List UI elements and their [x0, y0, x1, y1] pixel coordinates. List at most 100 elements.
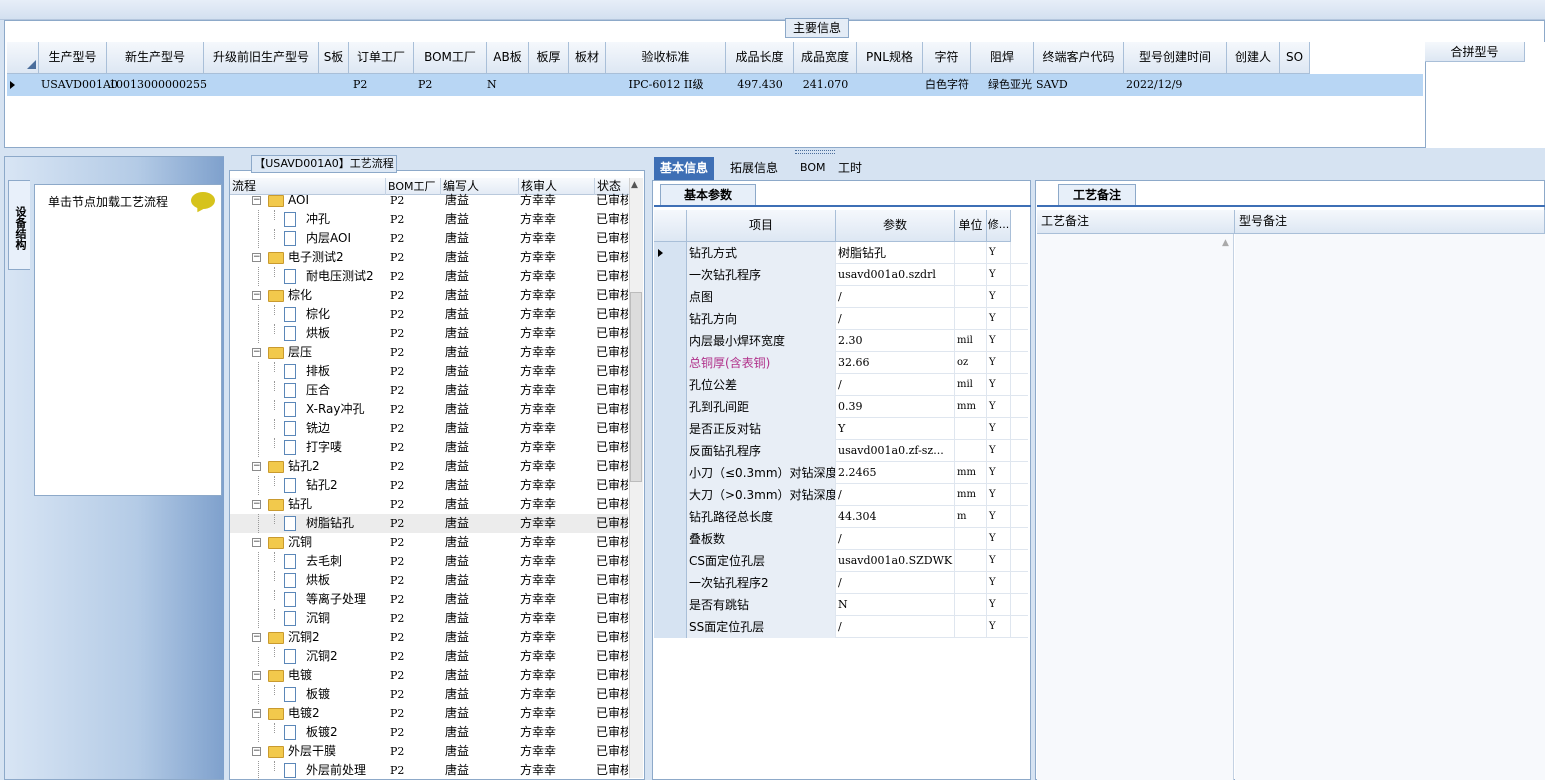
tab-basic-info[interactable]: 基本信息	[654, 157, 715, 180]
param-value[interactable]: 2.2465	[836, 462, 955, 484]
tree-row[interactable]: 排板 P2 唐益 方幸幸 已审核	[230, 362, 628, 381]
param-row-gutter[interactable]	[654, 462, 687, 484]
main-col-13[interactable]: 字符	[923, 42, 971, 74]
model-remarks-area[interactable]	[1235, 234, 1545, 780]
param-value[interactable]: /	[836, 572, 955, 594]
tree-row[interactable]: 去毛刺 P2 唐益 方幸幸 已审核	[230, 552, 628, 571]
main-col-7[interactable]: 板厚	[529, 42, 569, 74]
expand-toggle-icon[interactable]: −	[252, 633, 261, 642]
expand-toggle-icon[interactable]: −	[252, 291, 261, 300]
tree-row[interactable]: 板镀2 P2 唐益 方幸幸 已审核	[230, 723, 628, 742]
main-cell-11[interactable]: 241.070	[796, 74, 855, 96]
tree-row[interactable]: 打字唛 P2 唐益 方幸幸 已审核	[230, 438, 628, 457]
param-value[interactable]: N	[836, 594, 955, 616]
main-col-4[interactable]: 订单工厂	[349, 42, 414, 74]
remarks-scroll-up-icon[interactable]: ▲	[1222, 238, 1229, 248]
param-row-gutter[interactable]	[654, 484, 687, 506]
subtab-basic-params[interactable]: 基本参数	[660, 184, 756, 206]
main-col-9[interactable]: 验收标准	[606, 42, 726, 74]
tree-row[interactable]: − 沉铜2 P2 唐益 方幸幸 已审核	[230, 628, 628, 647]
main-col-15[interactable]: 终端客户代码	[1034, 42, 1124, 74]
param-row[interactable]: 钻孔方式 树脂钻孔 Y	[654, 242, 1028, 264]
expand-toggle-icon[interactable]: −	[252, 538, 261, 547]
params-col-unit[interactable]: 单位	[955, 210, 987, 242]
tree-row[interactable]: − 外层干膜 P2 唐益 方幸幸 已审核	[230, 742, 628, 761]
merge-model-header[interactable]: 合拼型号	[1425, 42, 1525, 62]
param-row-gutter[interactable]	[654, 572, 687, 594]
tree-row[interactable]: − AOI P2 唐益 方幸幸 已审核	[230, 191, 628, 210]
param-row-gutter[interactable]	[654, 528, 687, 550]
main-cell-6[interactable]: N	[487, 74, 507, 96]
param-row[interactable]: 小刀（≤0.3mm）对钻深度 2.2465 mm Y	[654, 462, 1028, 484]
main-cell-14[interactable]: 绿色亚光	[973, 74, 1032, 96]
expand-toggle-icon[interactable]: −	[252, 348, 261, 357]
main-cell-4[interactable]: P2	[353, 74, 393, 96]
main-col-1[interactable]: 新生产型号	[107, 42, 204, 74]
tree-row[interactable]: − 沉铜 P2 唐益 方幸幸 已审核	[230, 533, 628, 552]
param-row-gutter[interactable]	[654, 506, 687, 528]
tree-row[interactable]: 内层AOI P2 唐益 方幸幸 已审核	[230, 229, 628, 248]
param-value[interactable]: usavd001a0.zf-sz...	[836, 440, 955, 462]
param-value[interactable]: 0.39	[836, 396, 955, 418]
param-value[interactable]: /	[836, 528, 955, 550]
main-cell-1[interactable]: 10013000000255	[109, 74, 207, 96]
main-col-5[interactable]: BOM工厂	[414, 42, 487, 74]
param-row-gutter[interactable]	[654, 594, 687, 616]
tree-row[interactable]: 外层前处理 P2 唐益 方幸幸 已审核	[230, 761, 628, 780]
param-row-gutter[interactable]	[654, 550, 687, 572]
param-value[interactable]: 32.66	[836, 352, 955, 374]
tree-row[interactable]: 冲孔 P2 唐益 方幸幸 已审核	[230, 210, 628, 229]
main-cell-9[interactable]: IPC-6012 II级	[608, 74, 724, 96]
param-row[interactable]: 是否正反对钻 Y Y	[654, 418, 1028, 440]
main-cell-13[interactable]: 白色字符	[925, 74, 969, 96]
expand-toggle-icon[interactable]: −	[252, 462, 261, 471]
left-vertical-splitter[interactable]	[224, 156, 228, 780]
scroll-up-arrow-icon[interactable]: ▲	[631, 180, 638, 190]
main-col-10[interactable]: 成品长度	[726, 42, 794, 74]
params-col-modify[interactable]: 修...	[987, 210, 1011, 242]
param-row[interactable]: 孔到孔间距 0.39 mm Y	[654, 396, 1028, 418]
param-value[interactable]: Y	[836, 418, 955, 440]
param-row-gutter[interactable]	[654, 286, 687, 308]
params-col-item[interactable]: 项目	[687, 210, 836, 242]
expand-toggle-icon[interactable]: −	[252, 671, 261, 680]
main-col-6[interactable]: AB板	[487, 42, 529, 74]
main-cell-15[interactable]: SAVD	[1036, 74, 1122, 96]
main-cell-16[interactable]: 2022/12/9	[1126, 74, 1225, 96]
middle-vertical-splitter[interactable]	[646, 156, 650, 780]
tree-row[interactable]: 沉铜2 P2 唐益 方幸幸 已审核	[230, 647, 628, 666]
param-row[interactable]: 点图 / Y	[654, 286, 1028, 308]
main-cell-5[interactable]: P2	[418, 74, 458, 96]
tree-row[interactable]: 沉铜 P2 唐益 方幸幸 已审核	[230, 609, 628, 628]
main-col-3[interactable]: S板	[319, 42, 349, 74]
param-row[interactable]: 是否有跳钻 N Y	[654, 594, 1028, 616]
tree-row[interactable]: 烘板 P2 唐益 方幸幸 已审核	[230, 571, 628, 590]
param-row[interactable]: 钻孔方向 / Y	[654, 308, 1028, 330]
tree-row[interactable]: 铣边 P2 唐益 方幸幸 已审核	[230, 419, 628, 438]
expand-toggle-icon[interactable]: −	[252, 500, 261, 509]
process-remarks-area[interactable]	[1037, 234, 1234, 780]
tree-row[interactable]: − 电镀 P2 唐益 方幸幸 已审核	[230, 666, 628, 685]
param-row[interactable]: 孔位公差 / mil Y	[654, 374, 1028, 396]
tab-extended-info[interactable]: 拓展信息	[724, 157, 784, 180]
tree-row[interactable]: − 电子测试2 P2 唐益 方幸幸 已审核	[230, 248, 628, 267]
main-col-8[interactable]: 板材	[569, 42, 606, 74]
param-value[interactable]: /	[836, 286, 955, 308]
expand-toggle-icon[interactable]: −	[252, 709, 261, 718]
param-value[interactable]: usavd001a0.szdrl	[836, 264, 955, 286]
main-col-0[interactable]: 生产型号	[39, 42, 107, 74]
param-row-gutter[interactable]	[654, 616, 687, 638]
tree-row[interactable]: 压合 P2 唐益 方幸幸 已审核	[230, 381, 628, 400]
tree-row[interactable]: X-Ray冲孔 P2 唐益 方幸幸 已审核	[230, 400, 628, 419]
param-row-gutter[interactable]	[654, 264, 687, 286]
main-cell-0[interactable]: USAVD001A0	[41, 74, 118, 96]
param-row-gutter[interactable]	[654, 418, 687, 440]
param-row-gutter[interactable]	[654, 396, 687, 418]
main-col-12[interactable]: PNL规格	[857, 42, 923, 74]
main-col-16[interactable]: 型号创建时间	[1124, 42, 1227, 74]
param-value[interactable]: 树脂钻孔	[836, 242, 955, 264]
tree-row[interactable]: 棕化 P2 唐益 方幸幸 已审核	[230, 305, 628, 324]
expand-toggle-icon[interactable]: −	[252, 253, 261, 262]
param-value[interactable]: 2.30	[836, 330, 955, 352]
expand-toggle-icon[interactable]: −	[252, 747, 261, 756]
